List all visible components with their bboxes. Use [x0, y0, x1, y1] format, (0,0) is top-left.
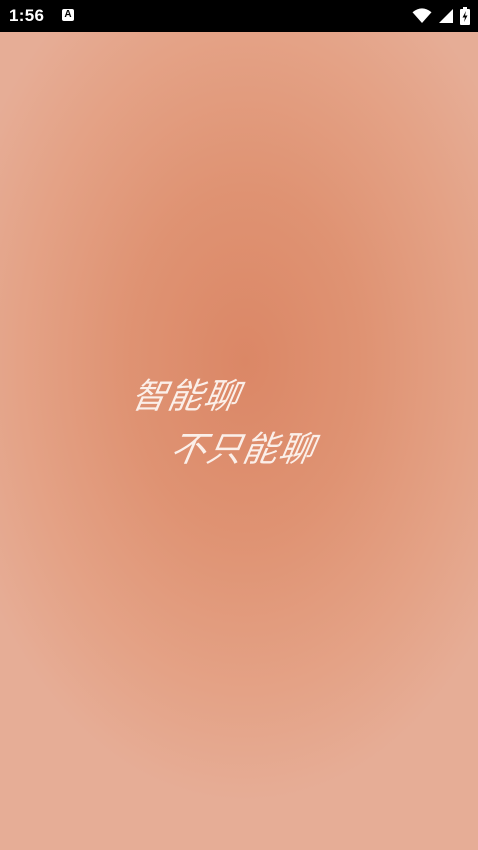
status-bar: 1:56 A: [0, 0, 478, 32]
battery-charging-icon: [460, 7, 470, 25]
splash-background: 智能聊 不只能聊: [0, 32, 478, 850]
status-time: 1:56: [9, 6, 45, 25]
notification-app-icon: A: [62, 9, 74, 21]
slogan-line-1: 智能聊: [128, 377, 244, 417]
splash-screen: 1:56 A 智能聊 不只能聊: [0, 0, 478, 850]
status-icons: [412, 7, 470, 25]
slogan-line-2: 不只能聊: [167, 430, 319, 470]
cellular-signal-icon: [438, 8, 454, 24]
wifi-icon: [412, 8, 432, 24]
